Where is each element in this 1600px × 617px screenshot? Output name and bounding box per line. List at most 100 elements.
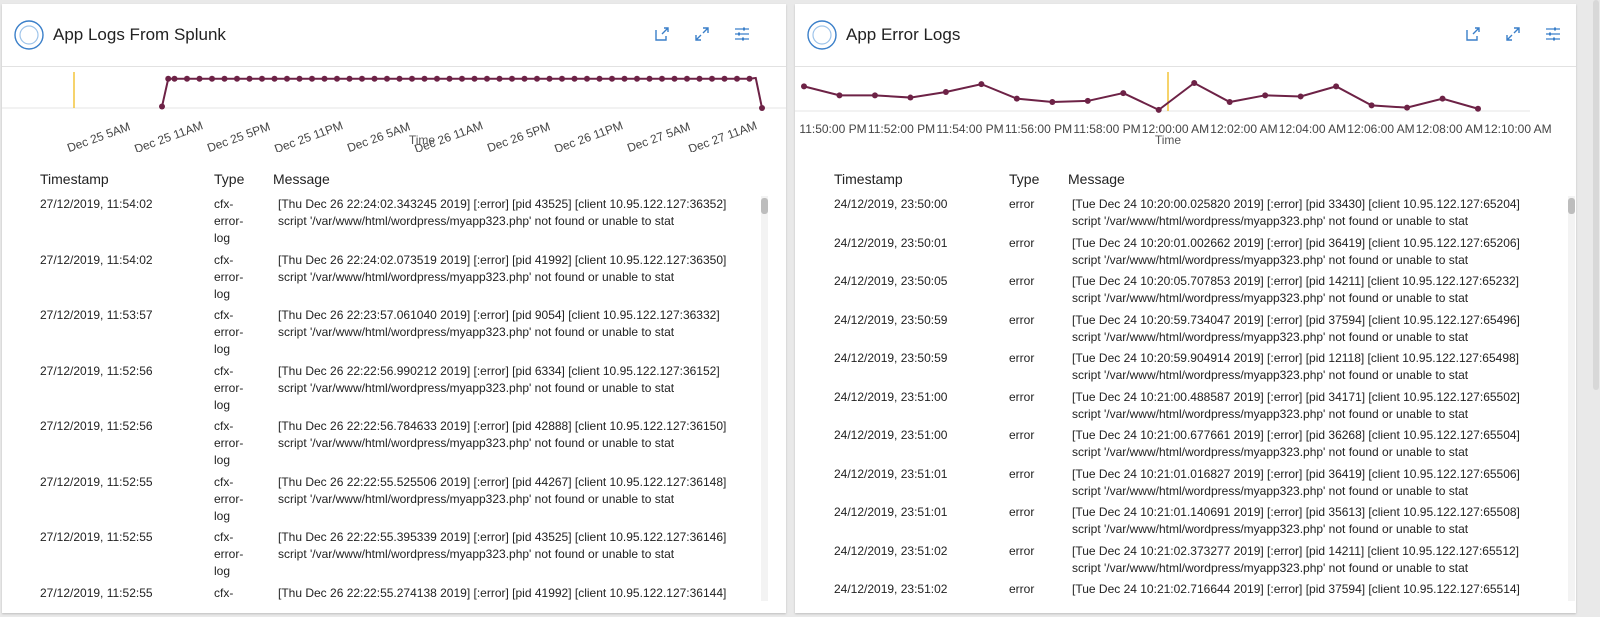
data-point[interactable] — [446, 75, 453, 82]
data-point[interactable] — [1404, 104, 1411, 111]
data-point[interactable] — [321, 75, 328, 82]
data-point[interactable] — [1120, 90, 1127, 97]
table-row[interactable]: 27/12/2019, 11:52:55 cfx-error-log [Thu De… — [2, 474, 786, 530]
column-header-timestamp[interactable]: Timestamp — [40, 171, 109, 187]
data-point[interactable] — [559, 75, 565, 82]
data-point[interactable] — [546, 75, 553, 82]
table-scrollbar[interactable] — [761, 196, 768, 601]
data-point[interactable] — [942, 88, 949, 95]
data-point[interactable] — [1084, 97, 1091, 104]
data-point[interactable] — [234, 75, 240, 82]
data-point[interactable] — [734, 75, 740, 82]
expand-icon[interactable] — [1504, 25, 1522, 43]
column-header-timestamp[interactable]: Timestamp — [834, 171, 903, 187]
data-point[interactable] — [271, 75, 278, 82]
table-row[interactable]: 24/12/2019, 23:51:00 error [Tue Dec 24 10:… — [795, 389, 1576, 428]
table-scrollbar[interactable] — [1568, 196, 1575, 601]
data-point[interactable] — [184, 75, 190, 82]
export-icon[interactable] — [653, 25, 671, 43]
data-point[interactable] — [221, 75, 228, 82]
data-point[interactable] — [621, 75, 628, 82]
data-point[interactable] — [421, 75, 428, 82]
data-point[interactable] — [1013, 95, 1020, 102]
data-point[interactable] — [1475, 105, 1481, 112]
data-point[interactable] — [871, 92, 878, 99]
data-point[interactable] — [721, 75, 728, 82]
table-row[interactable]: 24/12/2019, 23:51:02 error [Tue Dec 24 10:… — [795, 581, 1576, 601]
data-point[interactable] — [534, 75, 540, 82]
table-row[interactable]: 27/12/2019, 11:52:56 cfx-error-log [Thu De… — [2, 418, 786, 474]
column-header-type[interactable]: Type — [1009, 171, 1039, 187]
data-point[interactable] — [1191, 80, 1198, 86]
table-row[interactable]: 27/12/2019, 11:52:55 cfx-error-log [Thu De… — [2, 585, 786, 602]
data-point[interactable] — [259, 75, 265, 82]
data-point[interactable] — [609, 75, 615, 82]
table-row[interactable]: 27/12/2019, 11:54:02 cfx-error-log [Thu De… — [2, 252, 786, 308]
column-header-message[interactable]: Message — [1068, 171, 1125, 187]
table-row[interactable]: 27/12/2019, 11:52:55 cfx-error-log [Thu De… — [2, 529, 786, 585]
data-point[interactable] — [746, 75, 753, 82]
data-point[interactable] — [1333, 83, 1340, 90]
data-point[interactable] — [171, 75, 178, 82]
data-point[interactable] — [284, 75, 290, 82]
data-point[interactable] — [359, 75, 365, 82]
data-point[interactable] — [671, 75, 678, 82]
table-row[interactable]: 24/12/2019, 23:51:02 error [Tue Dec 24 10:… — [795, 543, 1576, 582]
data-point[interactable] — [584, 75, 590, 82]
data-point[interactable] — [384, 75, 390, 82]
table-row[interactable]: 24/12/2019, 23:50:59 error [Tue Dec 24 10:… — [795, 312, 1576, 351]
data-point[interactable] — [334, 75, 340, 82]
data-point[interactable] — [396, 75, 403, 82]
table-row[interactable]: 24/12/2019, 23:50:00 error [Tue Dec 24 10:… — [795, 196, 1576, 235]
data-point[interactable] — [165, 75, 172, 82]
data-point[interactable] — [409, 75, 415, 82]
data-point[interactable] — [509, 75, 515, 82]
data-point[interactable] — [521, 75, 528, 82]
data-point[interactable] — [684, 75, 690, 82]
table-row[interactable]: 24/12/2019, 23:51:01 error [Tue Dec 24 10:… — [795, 466, 1576, 505]
data-point[interactable] — [634, 75, 640, 82]
data-point[interactable] — [978, 81, 985, 88]
data-point[interactable] — [1262, 92, 1269, 99]
data-point[interactable] — [309, 75, 315, 82]
table-row[interactable]: 24/12/2019, 23:50:01 error [Tue Dec 24 10:… — [795, 235, 1576, 274]
data-point[interactable] — [696, 75, 703, 82]
export-icon[interactable] — [1464, 25, 1482, 43]
data-point[interactable] — [209, 75, 215, 82]
table-row[interactable]: 27/12/2019, 11:53:57 cfx-error-log [Thu De… — [2, 307, 786, 363]
settings-sliders-icon[interactable] — [1544, 25, 1562, 43]
data-point[interactable] — [496, 75, 503, 82]
page-scrollbar[interactable] — [1593, 0, 1599, 390]
data-point[interactable] — [434, 75, 440, 82]
table-scrollbar-thumb[interactable] — [761, 198, 768, 214]
data-point[interactable] — [296, 75, 303, 82]
data-point[interactable] — [801, 83, 807, 90]
table-row[interactable]: 27/12/2019, 11:52:56 cfx-error-log [Thu De… — [2, 363, 786, 419]
table-row[interactable]: 27/12/2019, 11:54:02 cfx-error-log [Thu De… — [2, 196, 786, 252]
data-point[interactable] — [1368, 102, 1375, 109]
data-point[interactable] — [907, 94, 914, 101]
table-scrollbar-thumb[interactable] — [1568, 198, 1575, 214]
data-point[interactable] — [646, 75, 653, 82]
data-point[interactable] — [659, 75, 665, 82]
data-point[interactable] — [596, 75, 603, 82]
data-point[interactable] — [1439, 95, 1446, 102]
data-point[interactable] — [1155, 106, 1162, 113]
data-point[interactable] — [836, 92, 843, 99]
column-header-type[interactable]: Type — [214, 171, 244, 187]
data-point[interactable] — [571, 75, 578, 82]
data-point[interactable] — [1297, 93, 1304, 100]
data-point[interactable] — [459, 75, 465, 82]
data-point[interactable] — [709, 75, 715, 82]
data-point[interactable] — [371, 75, 378, 82]
data-point[interactable] — [196, 75, 203, 82]
column-header-message[interactable]: Message — [273, 171, 330, 187]
data-point[interactable] — [471, 75, 478, 82]
data-point[interactable] — [346, 75, 353, 82]
expand-icon[interactable] — [693, 25, 711, 43]
data-point[interactable] — [246, 75, 253, 82]
data-point[interactable] — [1226, 99, 1233, 106]
data-point[interactable] — [159, 103, 165, 110]
data-point[interactable] — [1049, 99, 1056, 106]
data-point[interactable] — [484, 75, 490, 82]
